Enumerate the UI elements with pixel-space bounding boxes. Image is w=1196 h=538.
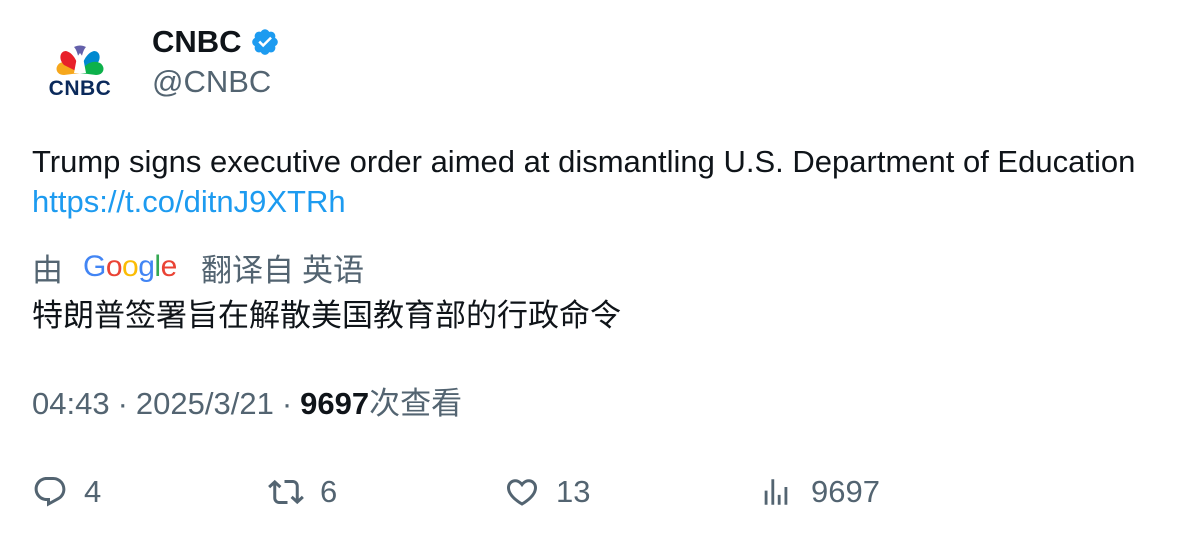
tweet-time[interactable]: 04:43 bbox=[32, 384, 110, 424]
translation-attribution: 由 Google 翻译自 英语 bbox=[32, 246, 364, 288]
reply-count: 4 bbox=[84, 474, 102, 509]
retweet-button[interactable]: 6 bbox=[268, 472, 337, 512]
retweet-icon bbox=[268, 479, 304, 505]
views-count: 9697 bbox=[811, 474, 880, 509]
like-count: 13 bbox=[556, 474, 591, 509]
retweet-count: 6 bbox=[320, 474, 338, 509]
tweet-link[interactable]: https://t.co/ditnJ9XTRh bbox=[32, 184, 346, 219]
google-logo-icon[interactable]: Google bbox=[83, 250, 181, 284]
translation-language: 英语 bbox=[302, 252, 364, 288]
separator: · bbox=[117, 386, 128, 421]
author-name-row: CNBC bbox=[152, 22, 280, 62]
meta-views-count: 9697 bbox=[300, 386, 370, 421]
handle[interactable]: @CNBC bbox=[152, 62, 271, 102]
tweet-body: Trump signs executive order aimed at dis… bbox=[32, 144, 1136, 179]
views-button[interactable]: 9697 bbox=[759, 472, 880, 512]
reply-button[interactable]: 4 bbox=[32, 472, 101, 512]
meta-views-label: 次查看 bbox=[369, 386, 463, 421]
avatar[interactable]: CNBC bbox=[32, 25, 128, 121]
analytics-bar-chart-icon bbox=[764, 479, 788, 505]
cnbc-peacock-logo-icon: CNBC bbox=[49, 45, 112, 100]
verified-badge-icon bbox=[250, 27, 280, 57]
display-name[interactable]: CNBC bbox=[152, 22, 242, 62]
translation-suffix: 翻译自 bbox=[201, 252, 294, 288]
tweet-text: Trump signs executive order aimed at dis… bbox=[32, 142, 1152, 222]
tweet-date[interactable]: 2025/3/21 bbox=[136, 384, 274, 424]
reply-icon bbox=[34, 477, 66, 507]
translation-prefix: 由 bbox=[32, 252, 63, 288]
like-button[interactable]: 13 bbox=[504, 472, 590, 512]
tweet-card: CNBC CNBC @CNBC Trump signs executive or… bbox=[0, 0, 1196, 538]
svg-text:Google: Google bbox=[83, 250, 177, 283]
tweet-meta: 04:43 · 2025/3/21 · 9697 次查看 bbox=[32, 384, 462, 424]
avatar-logo-text: CNBC bbox=[49, 77, 112, 100]
translated-text: 特朗普签署旨在解散美国教育部的行政命令 bbox=[32, 298, 621, 334]
separator: · bbox=[281, 386, 293, 421]
heart-icon bbox=[506, 479, 538, 506]
